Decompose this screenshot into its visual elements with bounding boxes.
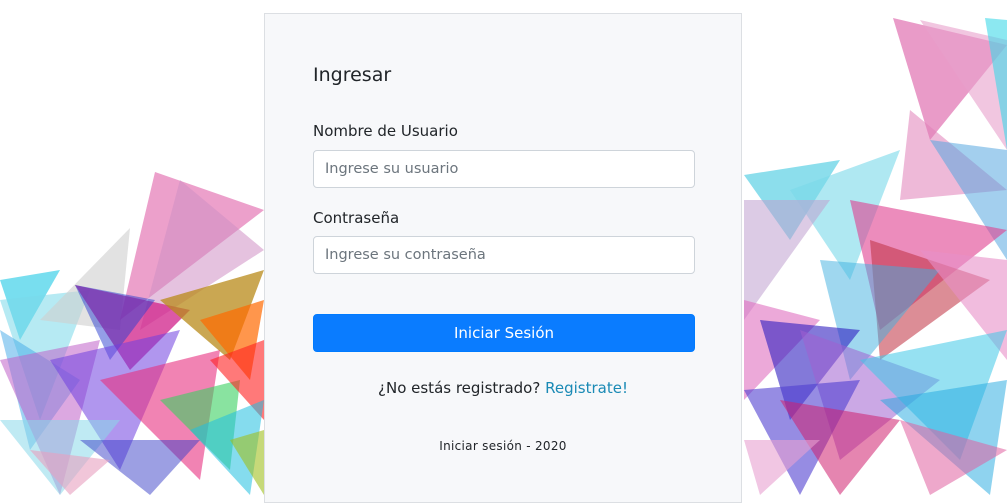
- username-input[interactable]: [313, 150, 695, 188]
- username-label: Nombre de Usuario: [313, 122, 458, 140]
- password-label: Contraseña: [313, 209, 400, 227]
- login-card: Ingresar Nombre de Usuario Contraseña In…: [264, 13, 742, 503]
- register-link[interactable]: Registrate!: [545, 379, 628, 397]
- register-prompt: ¿No estás registrado? Registrate!: [265, 379, 741, 397]
- login-title: Ingresar: [313, 64, 392, 86]
- register-prompt-text: ¿No estás registrado?: [378, 379, 541, 397]
- password-input[interactable]: [313, 236, 695, 274]
- footer-text: Iniciar sesión - 2020: [439, 439, 567, 453]
- login-button[interactable]: Iniciar Sesión: [313, 314, 695, 352]
